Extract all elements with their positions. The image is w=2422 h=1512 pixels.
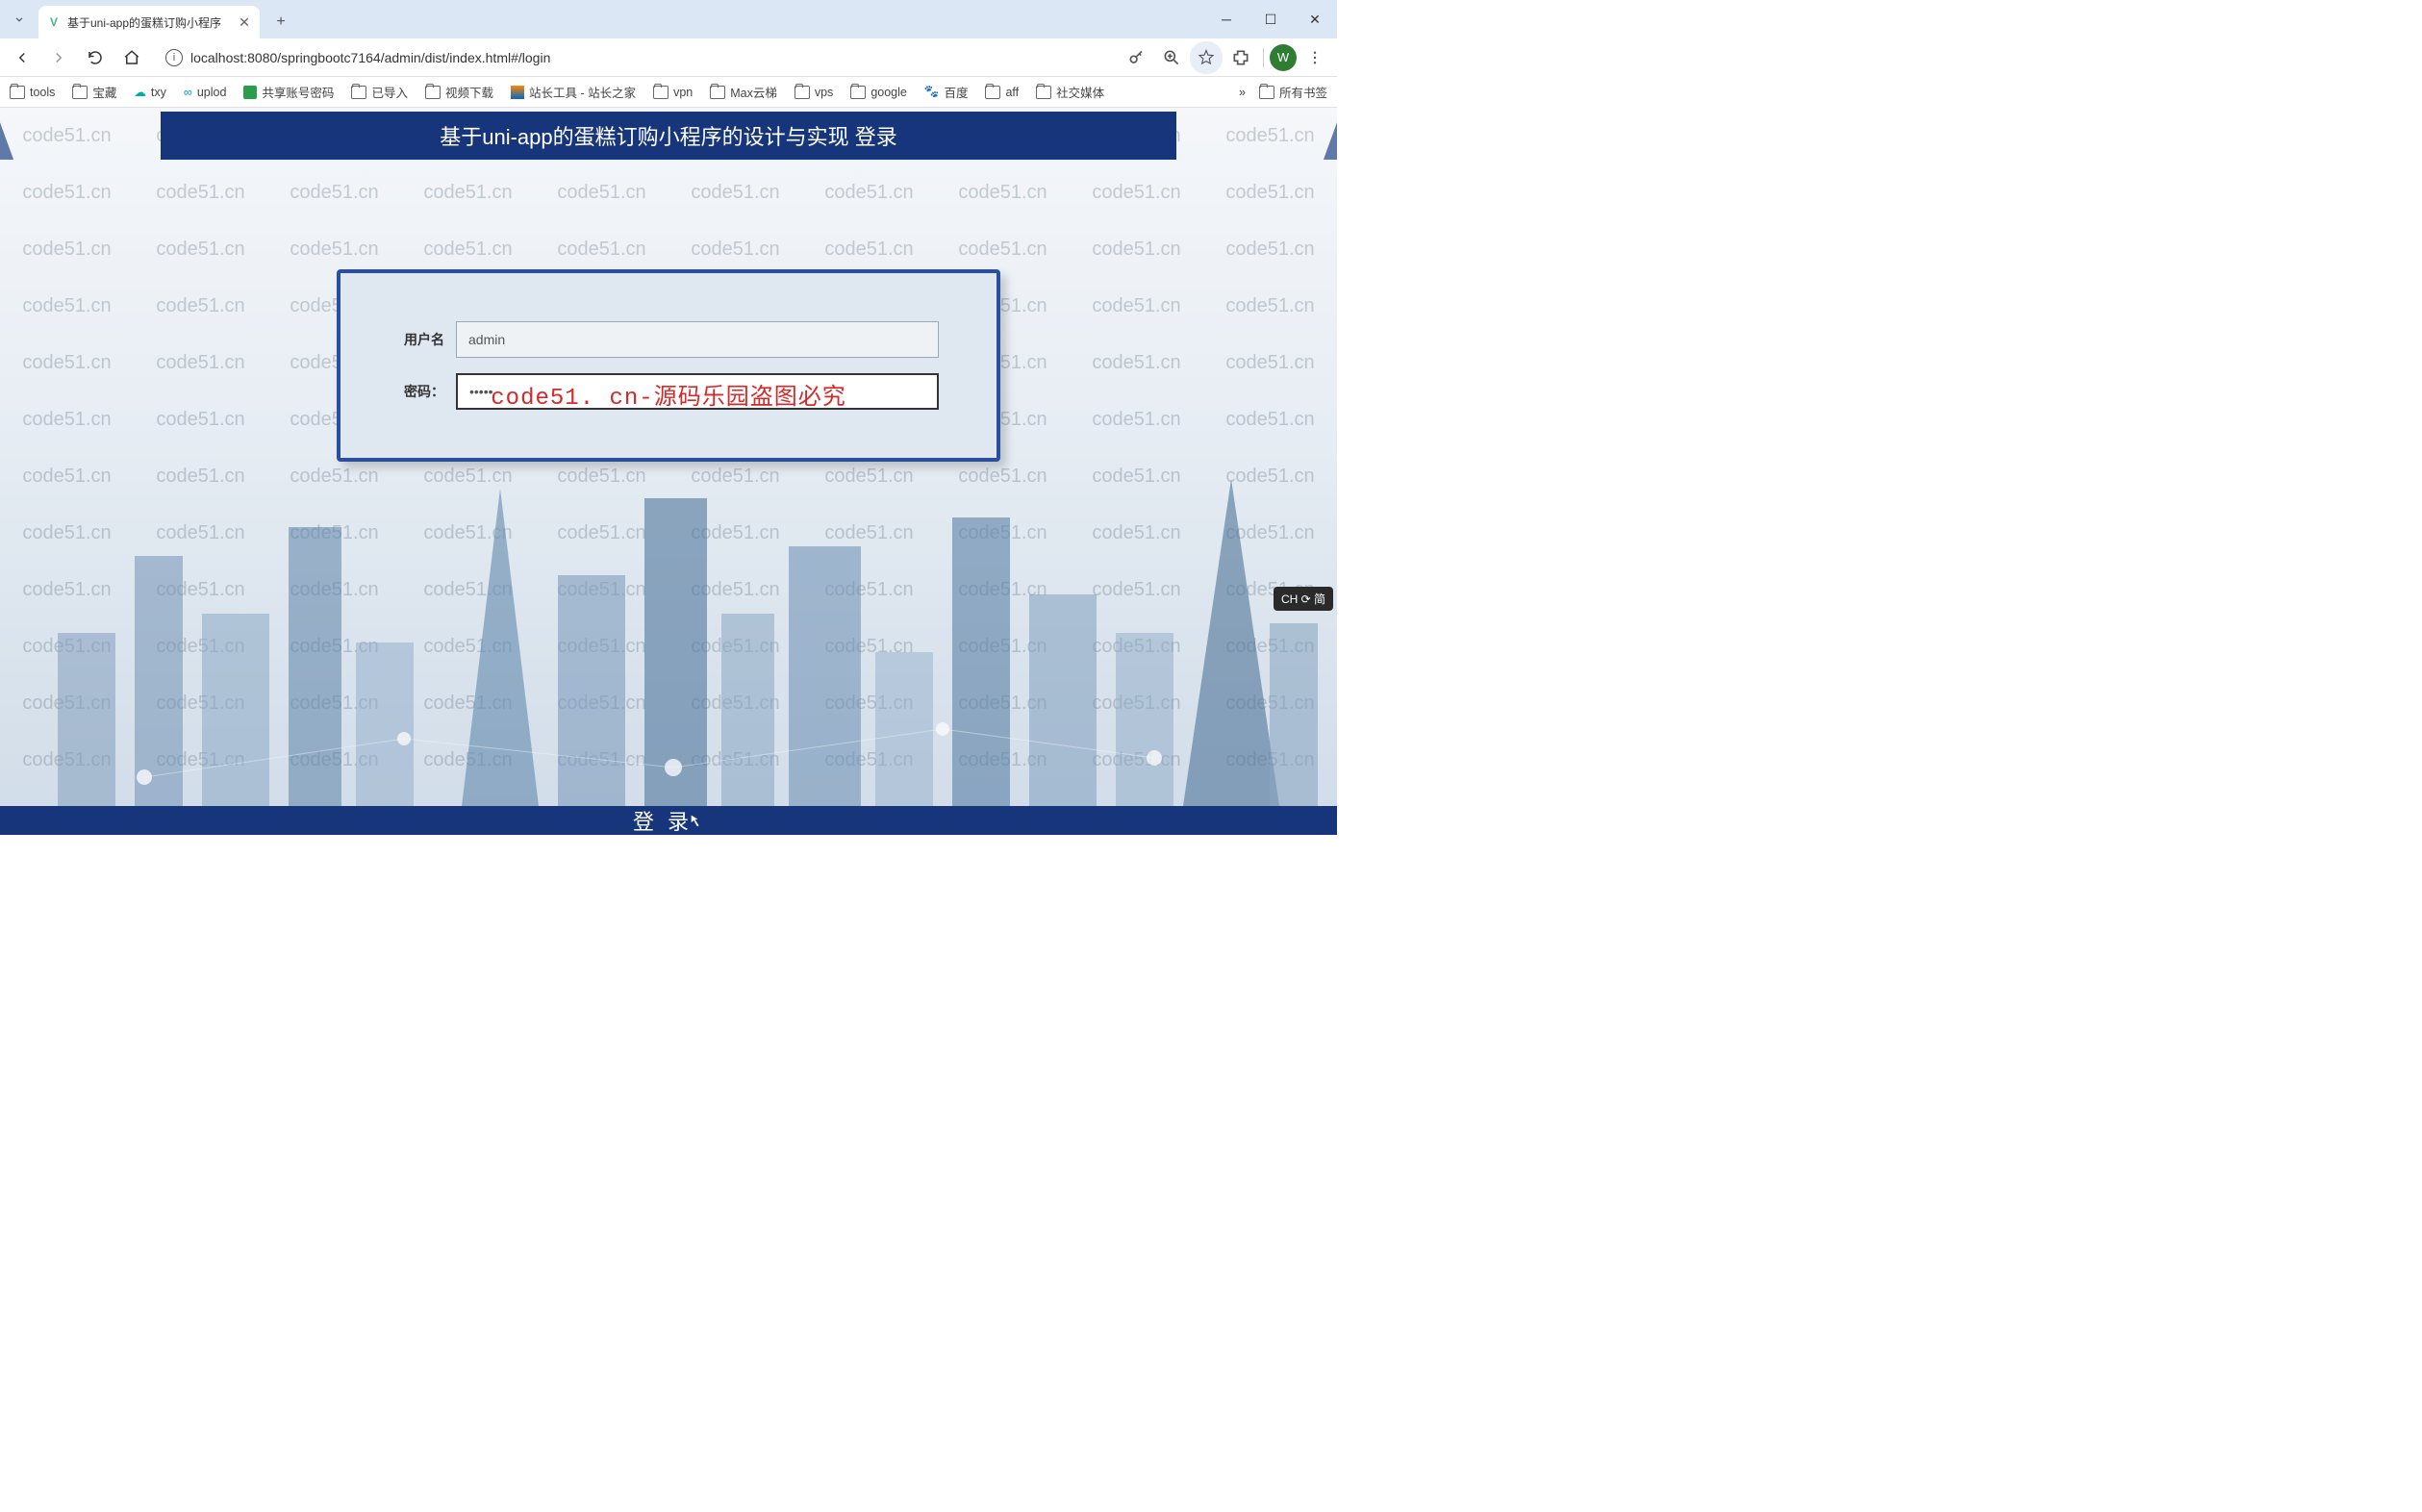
reload-button[interactable]	[79, 41, 112, 74]
vue-favicon-icon: V	[46, 14, 62, 30]
page-header-ribbon: 基于uni-app的蛋糕订购小程序的设计与实现 登录	[0, 112, 1337, 160]
url-text: localhost:8080/springbootc7164/admin/dis…	[190, 50, 550, 65]
bookmark-item[interactable]: 🐾百度	[924, 83, 969, 101]
page-title: 基于uni-app的蛋糕订购小程序的设计与实现 登录	[161, 112, 1176, 160]
bookmarks-overflow-icon[interactable]: »	[1239, 86, 1246, 99]
watermark-overlay: code51.cncode51.cncode51.cncode51.cncode…	[0, 108, 1337, 835]
extensions-icon[interactable]	[1224, 41, 1257, 74]
browser-toolbar: i localhost:8080/springbootc7164/admin/d…	[0, 38, 1337, 77]
bookmark-item[interactable]: tools	[10, 86, 55, 99]
bookmark-item[interactable]: google	[850, 86, 907, 99]
bookmark-item[interactable]: 视频下载	[425, 83, 493, 101]
home-button[interactable]	[115, 41, 148, 74]
bookmark-item[interactable]: ☁txy	[134, 85, 165, 99]
password-label: 密码：	[379, 382, 456, 401]
bookmark-item[interactable]: 社交媒体	[1036, 83, 1104, 101]
back-button[interactable]	[6, 41, 38, 74]
bookmark-item[interactable]: 共享账号密码	[243, 83, 334, 101]
bookmark-item[interactable]: 站长工具 - 站长之家	[511, 83, 636, 101]
close-window-button[interactable]: ✕	[1293, 0, 1337, 38]
bookmark-item[interactable]: Max云梯	[710, 83, 777, 101]
new-tab-button[interactable]: +	[267, 9, 294, 36]
username-input[interactable]	[456, 321, 939, 358]
site-info-icon[interactable]: i	[165, 49, 183, 66]
browser-titlebar: V 基于uni-app的蛋糕订购小程序 ✕ + ─ ☐ ✕	[0, 0, 1337, 38]
bookmark-item[interactable]: aff	[985, 86, 1019, 99]
maximize-button[interactable]: ☐	[1249, 0, 1293, 38]
bookmark-star-button[interactable]	[1190, 41, 1223, 74]
bookmark-item[interactable]: 宝藏	[72, 83, 116, 101]
bookmark-item[interactable]: vpn	[653, 86, 693, 99]
username-label: 用户名	[379, 330, 456, 349]
bookmark-item[interactable]: vps	[795, 86, 833, 99]
login-card: 用户名 密码： code51. cn-源码乐园盗图必究	[337, 269, 1000, 462]
zoom-icon[interactable]	[1155, 41, 1188, 74]
bookmark-item[interactable]: ∞uplod	[184, 86, 227, 99]
close-tab-button[interactable]: ✕	[237, 14, 252, 30]
menu-button[interactable]	[1299, 41, 1331, 74]
forward-button[interactable]	[42, 41, 75, 74]
browser-tab-active[interactable]: V 基于uni-app的蛋糕订购小程序 ✕	[38, 6, 260, 38]
bookmarks-bar: tools 宝藏 ☁txy ∞uplod 共享账号密码 已导入 视频下载 站长工…	[0, 77, 1337, 108]
all-bookmarks-button[interactable]: 所有书签	[1259, 83, 1327, 101]
login-button[interactable]: 登 录	[0, 806, 1337, 835]
city-skyline-image	[0, 441, 1337, 806]
page-viewport: code51.cncode51.cncode51.cncode51.cncode…	[0, 108, 1337, 835]
tabs-dropdown-button[interactable]	[8, 8, 31, 31]
tab-title: 基于uni-app的蛋糕订购小程序	[67, 14, 231, 31]
minimize-button[interactable]: ─	[1204, 0, 1249, 38]
watermark-warning-text: code51. cn-源码乐园盗图必究	[491, 377, 845, 412]
bookmark-item[interactable]: 已导入	[351, 83, 408, 101]
password-key-icon[interactable]	[1121, 41, 1153, 74]
url-bar[interactable]: i localhost:8080/springbootc7164/admin/d…	[156, 43, 1113, 72]
ime-indicator[interactable]: CH ⟳ 简	[1274, 587, 1333, 611]
profile-avatar[interactable]: W	[1270, 44, 1297, 71]
window-controls: ─ ☐ ✕	[1204, 0, 1337, 38]
